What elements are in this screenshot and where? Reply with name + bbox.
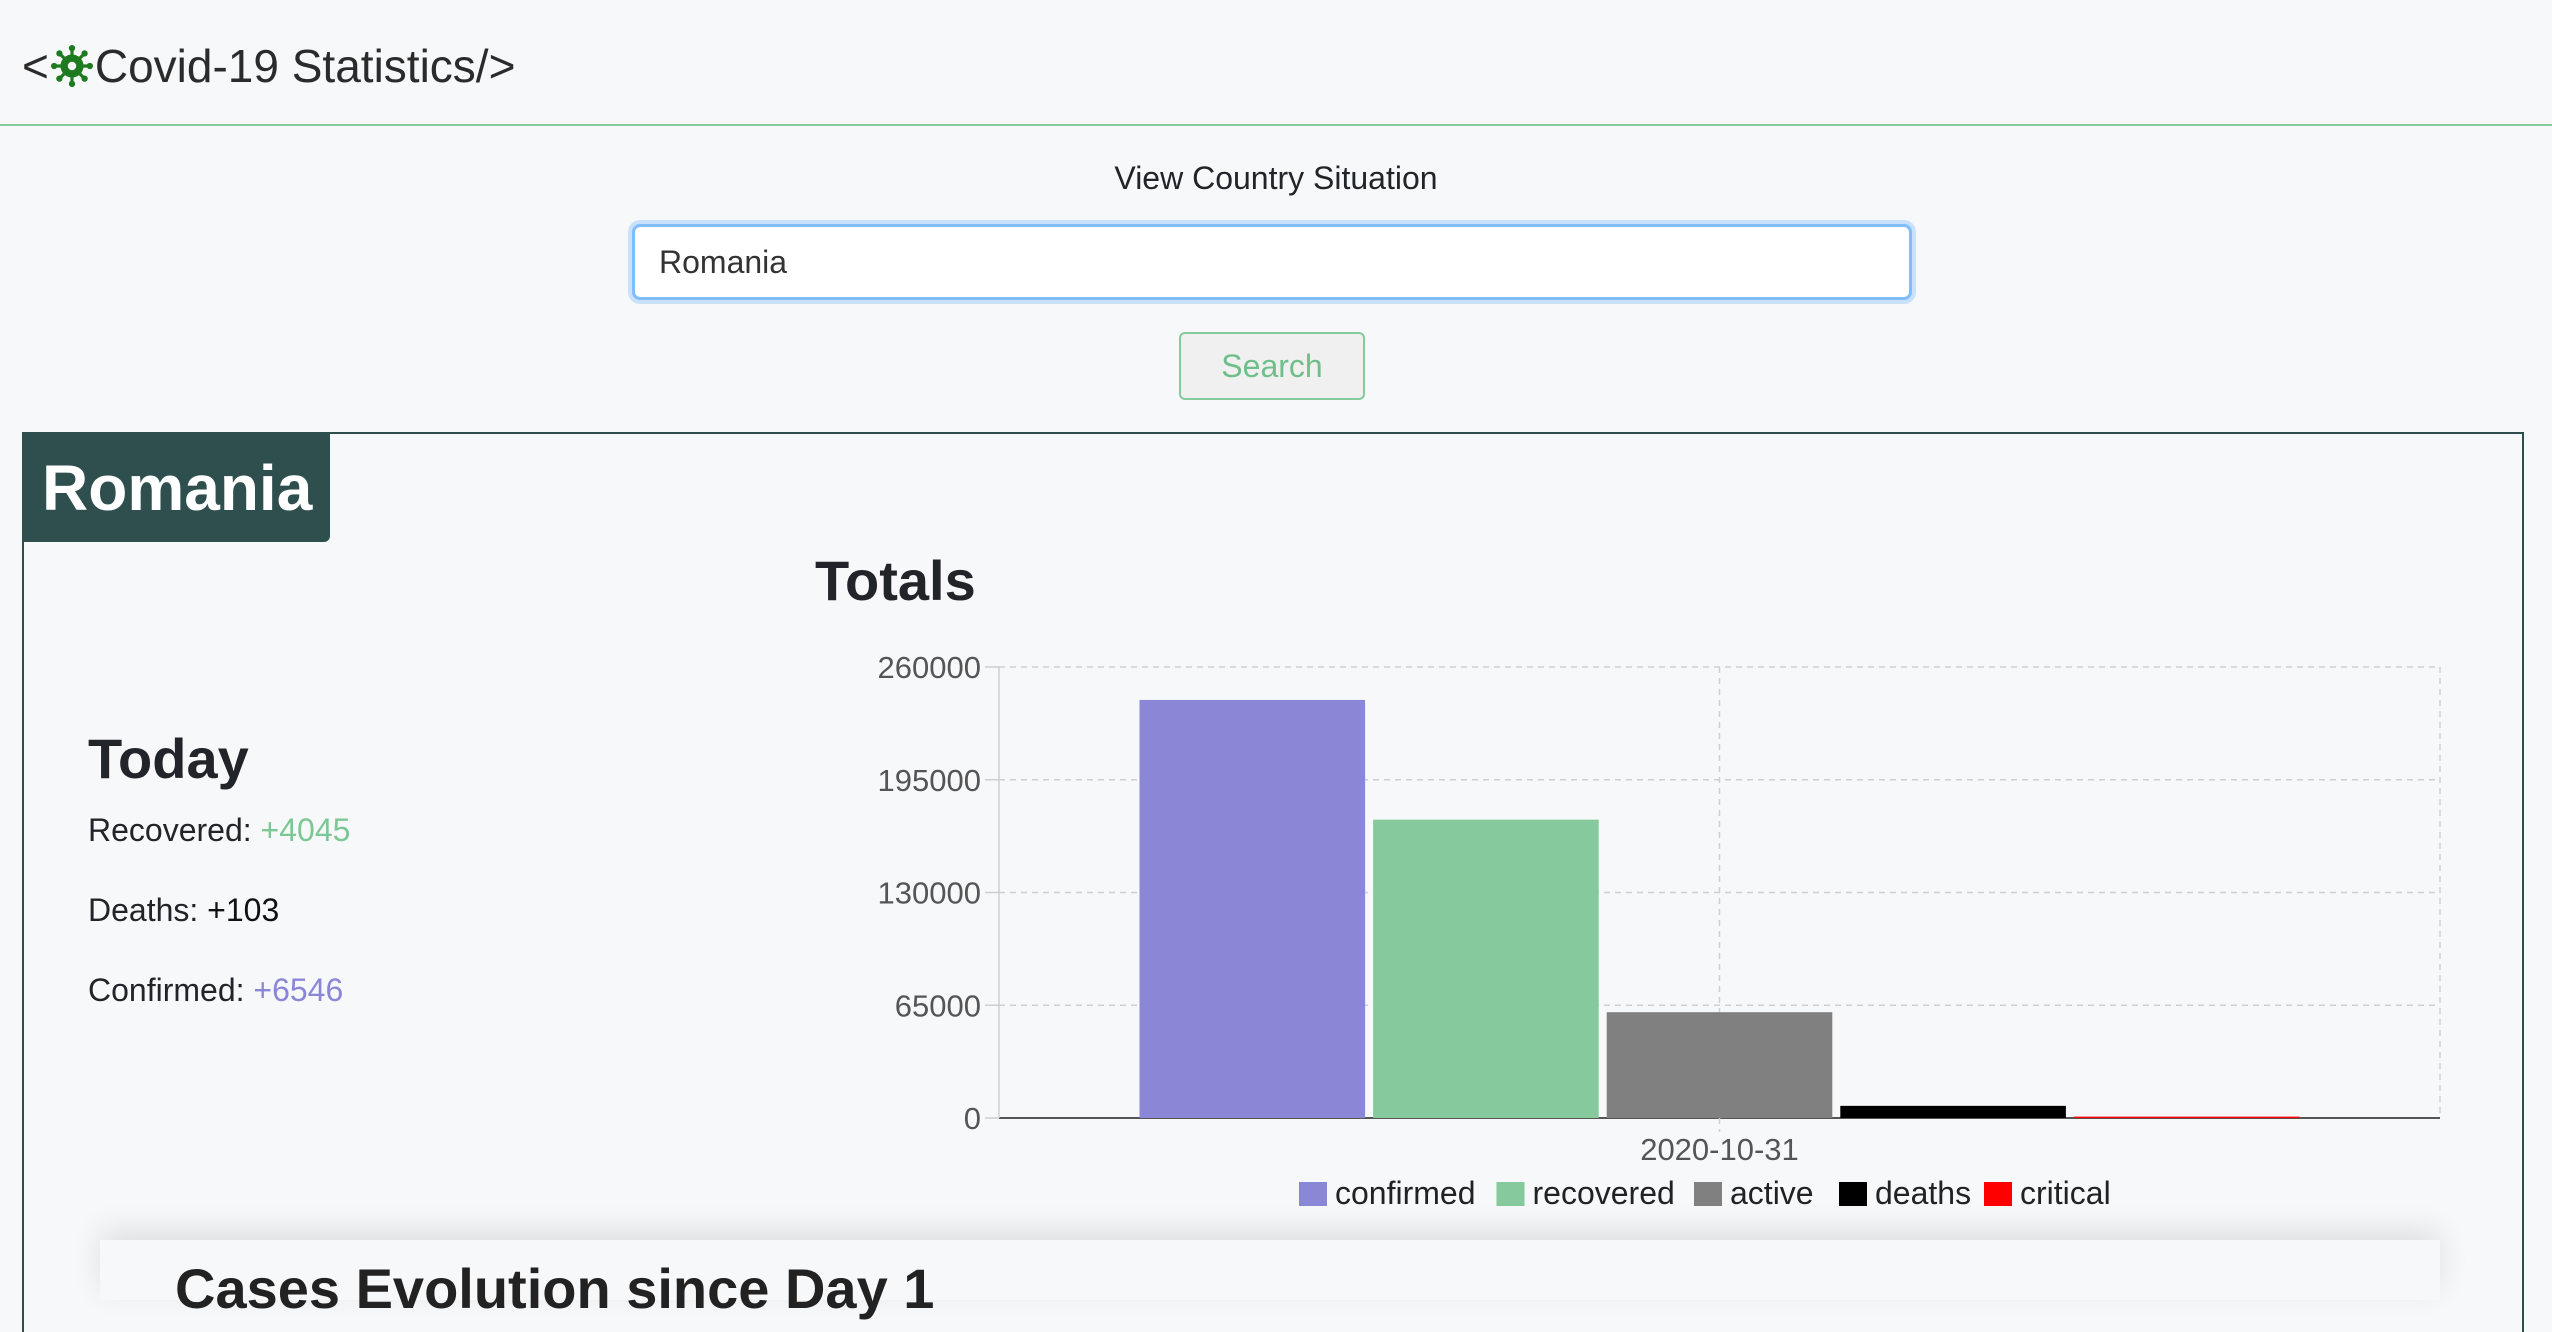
- next-section-title: Cases Evolution since Day 1: [175, 1257, 935, 1320]
- legend-label-deaths: deaths: [1875, 1175, 1971, 1211]
- legend-swatch-deaths: [1839, 1182, 1867, 1206]
- virus-icon: [50, 45, 93, 87]
- totals-bar-chart: 0 65000 130000 195000 260000 2020-10-31 confir…: [878, 650, 2441, 1211]
- y-tick-label: 0: [964, 1101, 981, 1136]
- navbar: < Covid-19 Statistics/>: [0, 0, 2552, 126]
- legend-label-critical: critical: [2020, 1175, 2111, 1211]
- y-tick-label: 130000: [878, 876, 981, 911]
- legend-label-recovered: recovered: [1533, 1175, 1675, 1211]
- legend-swatch-recovered: [1496, 1182, 1525, 1206]
- bar-active: [1606, 1012, 1833, 1118]
- search-label: View Country Situation: [1114, 160, 1438, 196]
- brand-prefix: <: [22, 40, 49, 92]
- search-button[interactable]: Search: [1179, 332, 1365, 400]
- country-search-input[interactable]: [632, 224, 1912, 300]
- x-tick-label: 2020-10-31: [1640, 1132, 1799, 1167]
- bar-confirmed: [1139, 699, 1366, 1118]
- legend-swatch-confirmed: [1299, 1182, 1327, 1206]
- y-tick-label: 195000: [878, 763, 981, 798]
- legend-label-confirmed: confirmed: [1335, 1175, 1476, 1211]
- brand-text: Covid-19 Statistics/>: [94, 40, 516, 92]
- y-tick-label: 65000: [895, 988, 981, 1023]
- brand-title[interactable]: < Covid-19 Statistics/>: [22, 38, 515, 94]
- bar-critical: [2073, 1116, 2300, 1119]
- bar-recovered: [1373, 819, 1599, 1118]
- legend-label-active: active: [1730, 1175, 1814, 1211]
- legend-swatch-critical: [1984, 1182, 2012, 1206]
- bar-deaths: [1840, 1105, 2066, 1118]
- legend-swatch-active: [1694, 1182, 1722, 1206]
- y-tick-label: 260000: [878, 650, 981, 685]
- country-card: Romania Today Recovered: +4045 Deaths: +…: [22, 432, 2524, 1332]
